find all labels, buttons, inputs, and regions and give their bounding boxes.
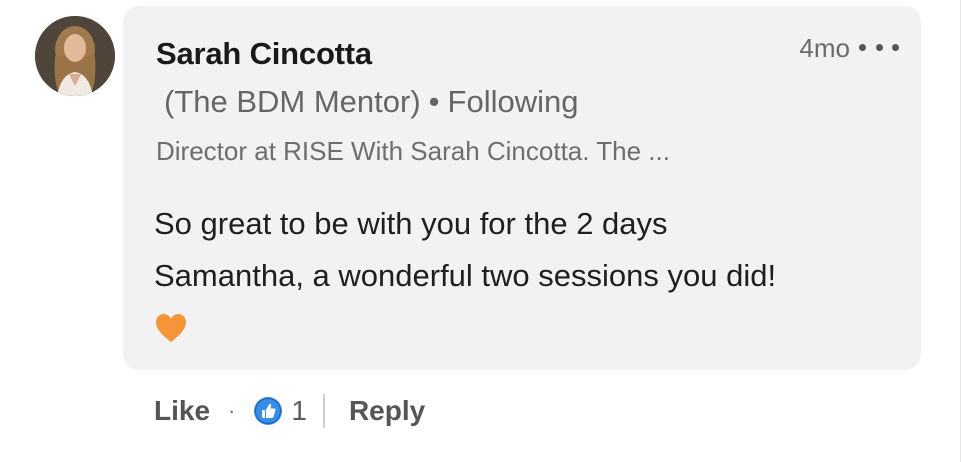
reply-button[interactable]: Reply [349, 395, 425, 427]
like-button[interactable]: Like [154, 395, 210, 427]
action-separator: · [228, 398, 236, 423]
comment-actions: Like · 1 Reply [154, 390, 425, 432]
comment-line: So great to be with you for the 2 days [154, 206, 668, 241]
comment-text: So great to be with you for the 2 days S… [154, 198, 894, 344]
more-options-icon[interactable] [859, 34, 899, 60]
timestamp: 4mo [799, 33, 850, 63]
comment-bubble: Sarah Cincotta 4mo (The BDM Mentor) • Foll… [123, 6, 921, 370]
thumbs-up-icon[interactable] [253, 396, 283, 426]
orange-heart-icon [156, 314, 186, 342]
author-subtitle: (The BDM Mentor) • Following [164, 84, 578, 120]
reaction-count[interactable]: 1 [291, 395, 307, 427]
author-name[interactable]: Sarah Cincotta [156, 36, 372, 72]
divider [322, 394, 325, 428]
author-headline: Director at RISE With Sarah Cincotta. Th… [156, 136, 670, 166]
follow-status[interactable]: Following [448, 84, 579, 119]
avatar[interactable] [35, 16, 115, 96]
separator-dot: • [428, 84, 440, 119]
comment-line: Samantha, a wonderful two sessions you d… [154, 258, 777, 293]
author-alias: (The BDM Mentor) [164, 84, 421, 119]
